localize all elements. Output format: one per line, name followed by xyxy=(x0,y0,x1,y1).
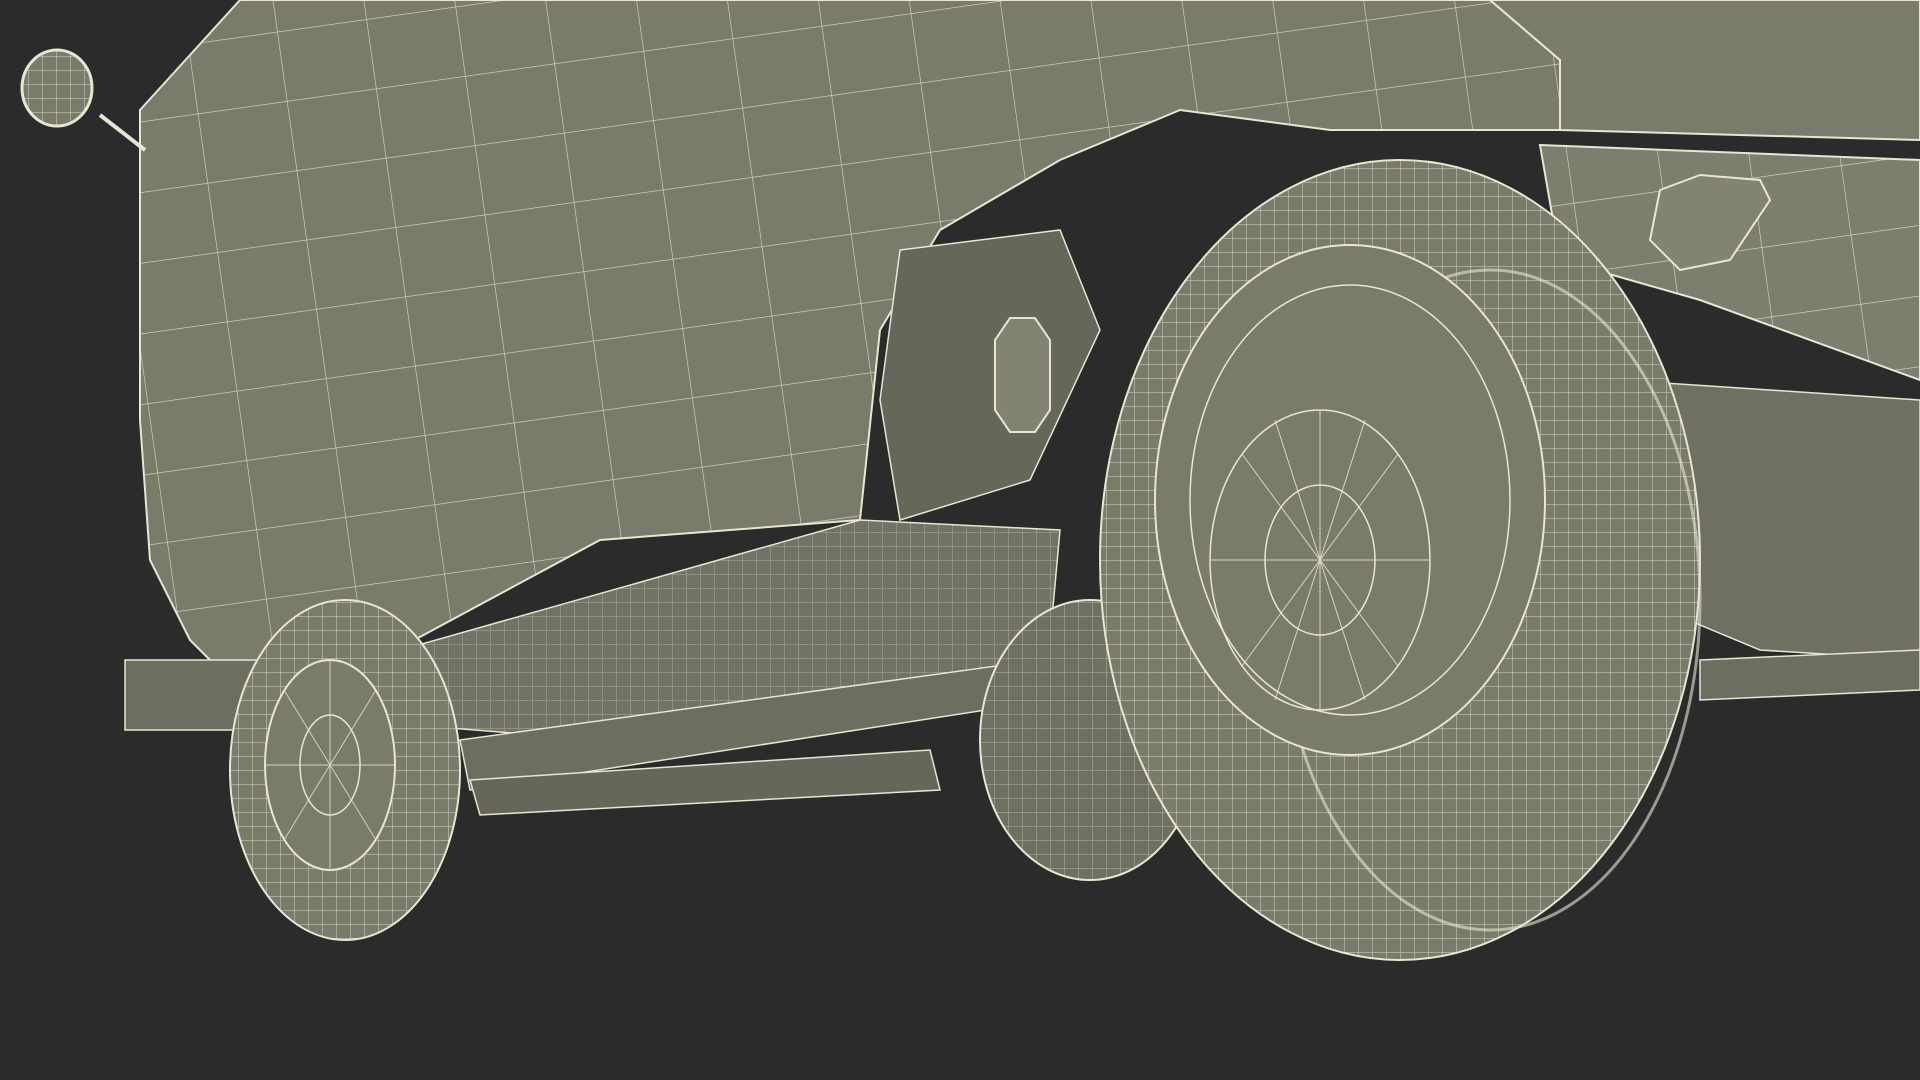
rear-wheel xyxy=(1099,159,1702,961)
rear-hubcap xyxy=(1154,244,1546,756)
front-wheel xyxy=(229,599,461,941)
wireframe-render xyxy=(0,0,1920,1080)
fuel-cap xyxy=(994,317,1051,433)
